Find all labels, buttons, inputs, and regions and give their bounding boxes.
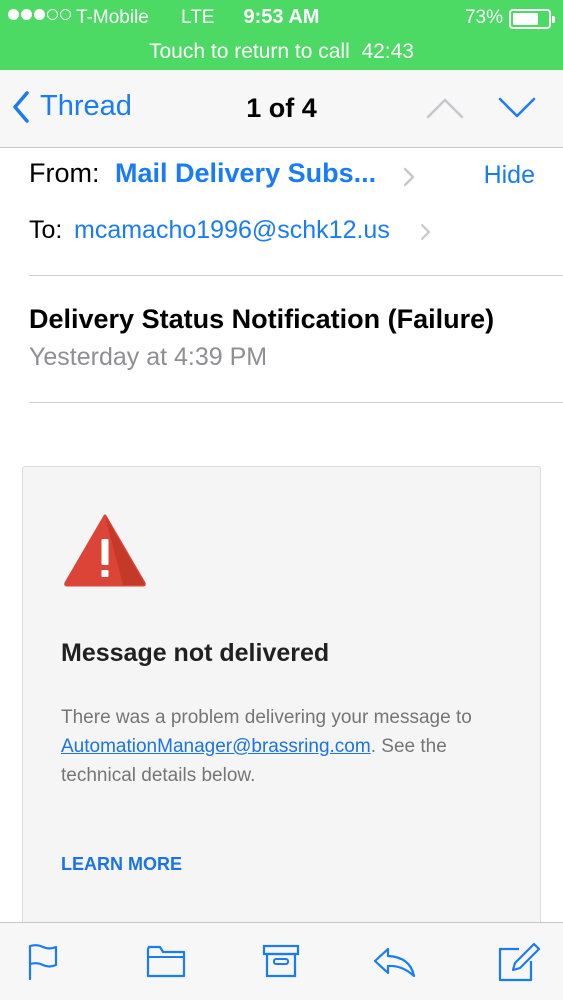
- folder-icon[interactable]: [146, 943, 186, 979]
- status-area: T-Mobile LTE 9:53 AM 73% Touch to return…: [0, 0, 563, 70]
- archive-icon[interactable]: [262, 943, 300, 979]
- flag-icon[interactable]: [27, 943, 59, 981]
- learn-more-link[interactable]: LEARN MORE: [61, 854, 182, 875]
- battery-percent: 73%: [464, 7, 503, 28]
- call-duration: 42:43: [361, 40, 414, 63]
- call-banner-text: Touch to return to call: [148, 40, 350, 63]
- recipient-address[interactable]: mcamacho1996@schk12.us: [74, 216, 390, 245]
- message-title: Message not delivered: [61, 639, 330, 667]
- chevron-down-icon[interactable]: [497, 96, 537, 120]
- subject-divider: [29, 402, 563, 403]
- warning-triangle-icon: [64, 514, 146, 587]
- header-divider: [29, 275, 563, 276]
- from-label: From:: [29, 158, 100, 188]
- message-body: There was a problem delivering your mess…: [61, 703, 511, 790]
- thread-position: 1 of 4: [246, 93, 317, 123]
- hide-details-button[interactable]: Hide: [484, 161, 535, 190]
- to-row: To: mcamacho1996@schk12.us: [29, 216, 539, 252]
- battery-icon: [509, 9, 555, 29]
- reply-icon[interactable]: [372, 943, 418, 979]
- chevron-right-icon: [403, 167, 415, 187]
- chevron-up-icon[interactable]: [425, 96, 465, 120]
- nav-bar: Thread 1 of 4: [0, 70, 563, 148]
- recipient-email-link[interactable]: AutomationManager@brassring.com: [61, 736, 371, 757]
- sender-name[interactable]: Mail Delivery Subs...: [115, 158, 376, 189]
- email-date: Yesterday at 4:39 PM: [29, 343, 268, 371]
- delivery-failure-card: Message not delivered There was a proble…: [22, 466, 541, 936]
- chevron-right-icon: [420, 223, 431, 241]
- email-subject: Delivery Status Notification (Failure): [29, 304, 495, 334]
- compose-icon[interactable]: [497, 943, 541, 983]
- message-body-prefix: There was a problem delivering your mess…: [61, 707, 472, 728]
- status-bar: T-Mobile LTE 9:53 AM 73%: [0, 0, 563, 36]
- bottom-toolbar: [0, 922, 563, 1000]
- to-label: To:: [29, 216, 63, 244]
- from-row: From: Mail Delivery Subs... Hide: [29, 158, 539, 198]
- return-to-call-banner[interactable]: Touch to return to call 42:43: [0, 36, 563, 70]
